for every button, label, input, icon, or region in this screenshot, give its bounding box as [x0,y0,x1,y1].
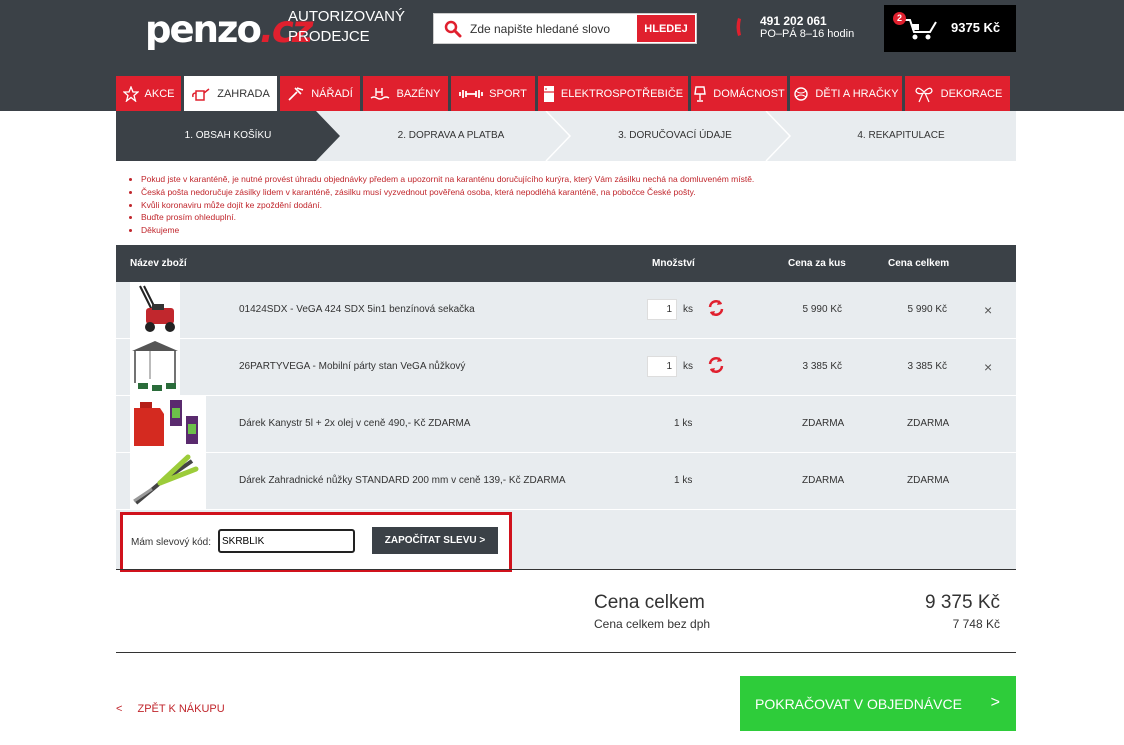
col-qty-header: Množství [652,258,695,269]
coupon-label: Mám slevový kód: [131,537,212,548]
back-to-shop-label: ZPĚT K NÁKUPU [137,703,225,715]
phone-icon [736,18,741,36]
notice-item: Buďte prosím ohleduplní. [141,211,754,224]
table-row: 26PARTYVEGA - Mobilní párty stan VeGA nů… [116,339,1016,396]
notice-item: Česká pošta nedoručuje zásilky lidem v k… [141,186,754,199]
tagline: AUTORIZOVANÝ PRODEJCE [288,8,405,45]
notice-item: Kvůli koronaviru může dojít ke zpoždění … [141,199,754,212]
nav-item-elektrospotrebice[interactable]: ELEKTROSPOTŘEBIČE [538,76,688,111]
product-thumbnail-mower[interactable] [130,282,180,338]
checkout-steps: 1. OBSAH KOŠÍKU 2. DOPRAVA A PLATBA 3. D… [116,111,1016,161]
unit-price: ZDARMA [802,418,845,429]
nav-item-deti-a-hracky[interactable]: DĚTI A HRAČKY [790,76,902,111]
watering-can-icon [192,87,210,101]
total-value: 9 375 Kč [925,592,1000,613]
remove-item-button[interactable]: × [984,302,992,318]
star-icon [122,85,139,102]
search-input[interactable] [470,14,635,43]
step-4[interactable]: 4. REKAPITULACE [786,111,1016,161]
cart-summary[interactable]: 2 9375 Kč [884,5,1016,52]
cart-icon [904,19,937,40]
nav-item-naradi[interactable]: NÁŘADÍ [280,76,360,111]
row-total: 5 990 Kč [907,304,947,315]
total-without-vat-label: Cena celkem bez dph [594,617,711,631]
table-row: Dárek Kanystr 5l + 2x olej v ceně 490,- … [116,396,1016,453]
cart-total: 9375 Kč [951,20,1001,35]
col-total-header: Cena celkem [888,258,950,269]
step-3[interactable]: 3. DORUČOVACÍ ÚDAJE [564,111,786,161]
product-name[interactable]: 26PARTYVEGA - Mobilní párty stan VeGA nů… [239,361,465,372]
row-total: 3 385 Kč [907,361,947,372]
col-unit-price-header: Cena za kus [788,258,846,269]
search-icon [444,20,462,38]
cart-count-badge: 2 [893,12,906,25]
pool-icon [371,87,390,100]
unit-price: ZDARMA [802,475,845,486]
divider [116,652,1016,653]
main-navigation: AKCE ZAHRADA NÁŘADÍ BAZÉNY SPORT ELEKTRO… [116,76,1010,111]
chevron-right-icon: > [990,694,1000,711]
product-name[interactable]: Dárek Kanystr 5l + 2x olej v ceně 490,- … [239,418,470,429]
continue-order-button[interactable]: POKRAČOVAT V OBJEDNÁVCE > [740,676,1016,731]
nav-item-zahrada[interactable]: ZAHRADA [184,76,277,111]
refresh-icon[interactable] [707,299,725,317]
notice-item: Pokud jste v karanténě, je nutné provést… [141,173,754,186]
coupon-code-input[interactable] [218,529,355,553]
lamp-icon [694,85,707,102]
step-2[interactable]: 2. DOPRAVA A PLATBA [340,111,562,161]
remove-item-button[interactable]: × [984,359,992,375]
step-1[interactable]: 1. OBSAH KOŠÍKU [116,111,340,161]
product-thumbnail-tent[interactable] [130,339,180,395]
cart-table-header: Název zboží Množství Cena za kus Cena ce… [116,245,1016,282]
fridge-icon [543,85,554,102]
dumbbell-icon [459,89,484,98]
phone-hours: PO–PÁ 8–16 hodin [760,28,855,40]
total-without-vat-value: 7 748 Kč [952,617,1000,631]
product-name[interactable]: Dárek Zahradnické nůžky STANDARD 200 mm … [239,475,566,486]
product-thumbnail-canister[interactable] [130,396,206,452]
nav-item-bazeny[interactable]: BAZÉNY [363,76,448,111]
hammer-icon [288,86,304,101]
nav-item-sport[interactable]: SPORT [451,76,535,111]
quantity-unit: ks [683,304,693,315]
quantity-unit: ks [683,361,693,372]
refresh-icon[interactable] [707,356,725,374]
notice-item: Děkujeme [141,224,754,237]
ball-icon [794,86,809,101]
covid-notice: Pokud jste v karanténě, je nutné provést… [131,173,754,237]
nav-item-domacnost[interactable]: DOMÁCNOST [691,76,787,111]
quantity-input[interactable]: 1 [647,356,677,377]
col-name-header: Název zboží [130,258,187,269]
apply-coupon-button[interactable]: ZAPOČÍTAT SLEVU > [372,527,498,554]
unit-price: 5 990 Kč [802,304,842,315]
product-name[interactable]: 01424SDX - VeGA 424 SDX 5in1 benzínová s… [239,304,475,315]
quantity-input[interactable]: 1 [647,299,677,320]
divider [116,569,1016,570]
chevron-left-icon: < [116,703,123,715]
back-to-shop-link[interactable]: < ZPĚT K NÁKUPU [116,703,225,715]
nav-item-dekorace[interactable]: DEKORACE [905,76,1010,111]
gift-quantity: 1 ks [674,475,693,486]
product-thumbnail-shears[interactable] [130,453,206,509]
table-row: 01424SDX - VeGA 424 SDX 5in1 benzínová s… [116,282,1016,339]
continue-order-label: POKRAČOVAT V OBJEDNÁVCE [755,695,962,712]
bow-icon [915,87,933,102]
row-total: ZDARMA [907,475,950,486]
unit-price: 3 385 Kč [802,361,842,372]
table-row: Dárek Zahradnické nůžky STANDARD 200 mm … [116,453,1016,510]
search-button[interactable]: HLEDEJ [637,15,695,42]
search-bar: HLEDEJ [433,13,697,44]
gift-quantity: 1 ks [674,418,693,429]
row-total: ZDARMA [907,418,950,429]
phone-number[interactable]: 491 202 061 [760,14,827,28]
total-label: Cena celkem [594,592,705,613]
nav-item-akce[interactable]: AKCE [116,76,181,111]
site-logo[interactable]: penzo.cz [145,8,313,51]
